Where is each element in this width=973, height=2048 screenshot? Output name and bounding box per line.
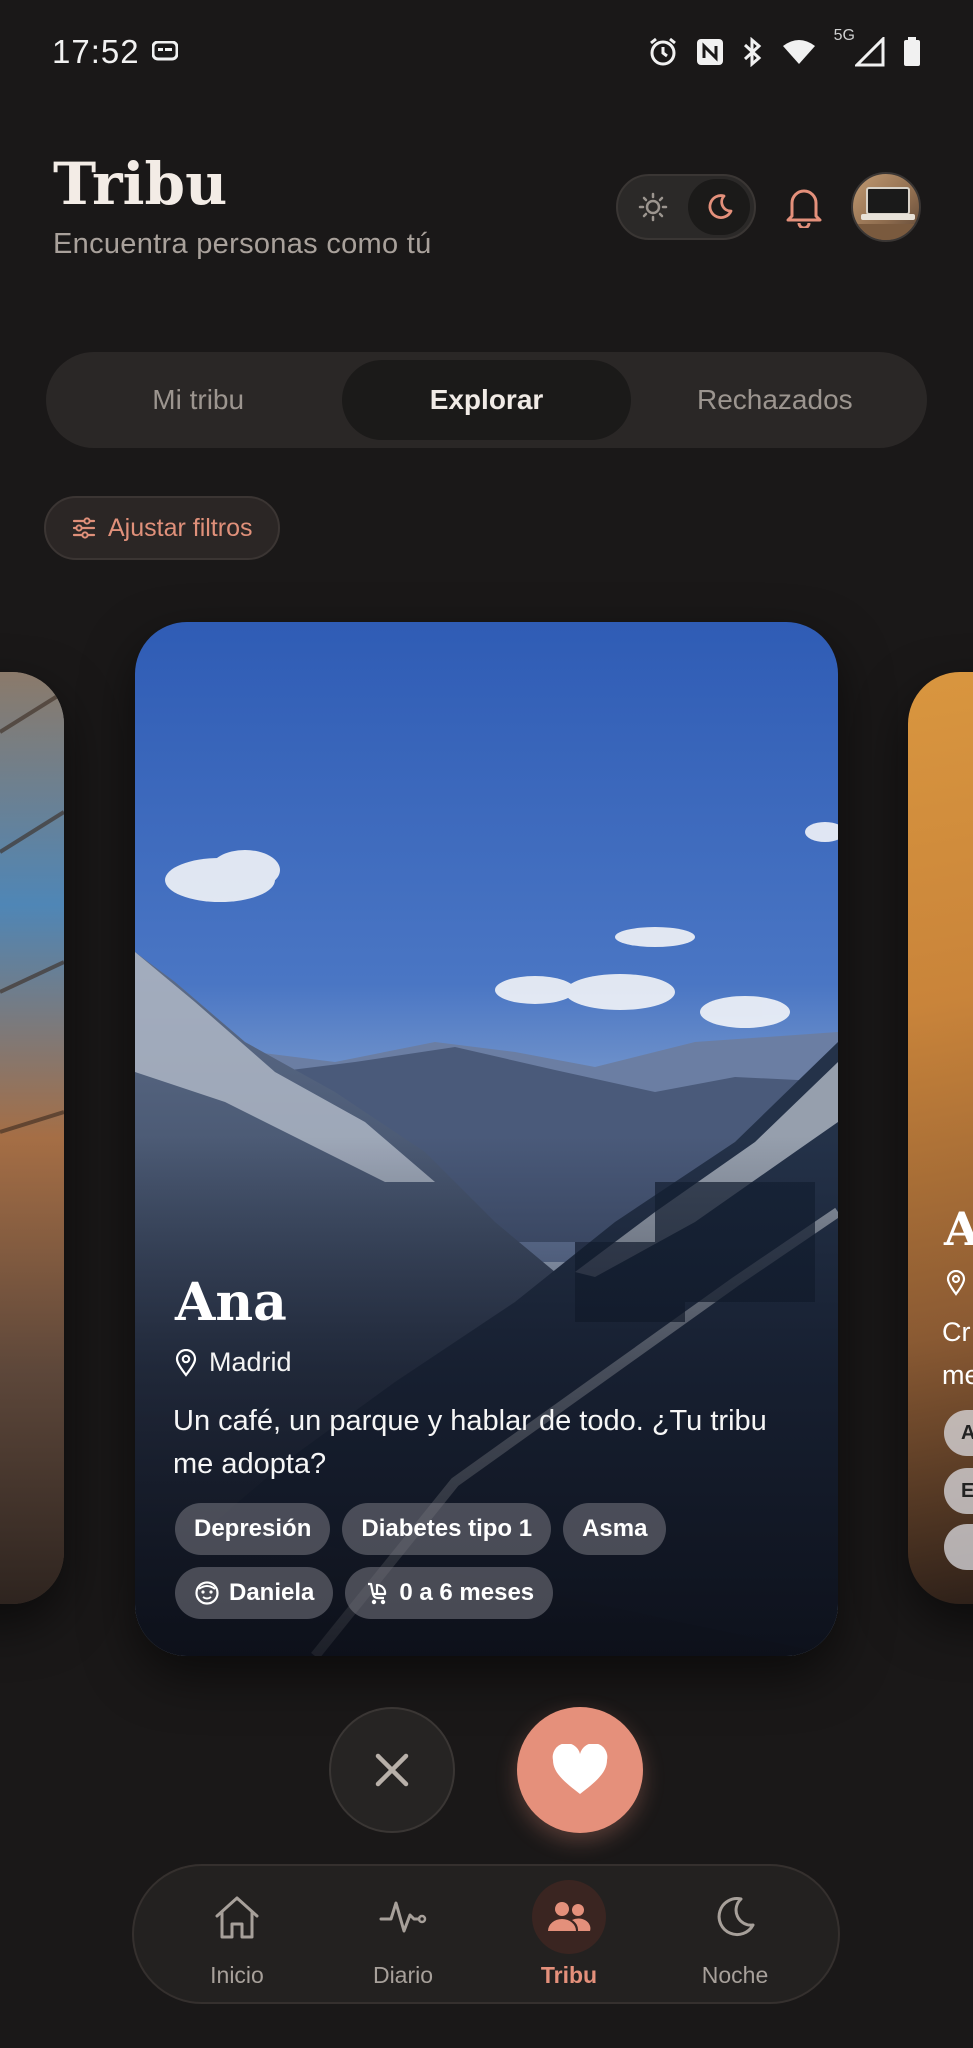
nav-inicio[interactable]: Inicio [162,1880,312,1989]
next-profile-card[interactable]: A Cr me A E [908,672,973,1604]
theme-toggle[interactable] [616,174,756,240]
adjust-filters-label: Ajustar filtros [108,513,253,542]
bottom-navigation: Inicio Diario Tribu Noche [132,1864,840,2004]
nav-diario-label: Diario [372,1961,434,1988]
nav-tribu-label: Tribu [540,1961,598,1988]
notifications-button[interactable] [780,180,828,232]
tab-mi-tribu[interactable]: Mi tribu [54,360,342,440]
status-bar: 17:52 5G [0,0,973,104]
pulse-icon [379,1901,427,1932]
battery-icon [904,37,920,66]
next-card-bio-line-1: Cr [942,1317,971,1347]
bluetooth-icon [743,37,761,67]
next-card-bio-line-2: me [942,1360,973,1390]
profile-bio: Un café, un parque y hablar de todo. ¿Tu… [173,1405,767,1480]
sliders-icon [72,517,96,539]
page-title: Tribu [53,150,228,218]
dark-mode-option[interactable] [688,179,750,235]
nav-tribu[interactable]: Tribu [494,1879,644,1989]
next-card-chip: E [944,1468,973,1514]
screen: 17:52 5G Tribu Encuentra personas como t… [0,0,973,2048]
building-photo [0,672,64,1604]
alarm-icon [649,37,676,66]
profile-card[interactable]: Ana Madrid Un café, un parque y hablar d… [135,622,838,1656]
close-icon [375,1753,409,1787]
stroller-icon [368,1582,387,1605]
profile-location: Madrid [175,1347,292,1378]
tab-explorar[interactable]: Explorar [342,360,631,440]
avatar[interactable] [851,172,921,242]
profile-name: Ana [175,1272,287,1333]
location-pin-icon [946,1270,966,1296]
nav-noche[interactable]: Noche [660,1880,810,1989]
avatar-image [853,187,919,240]
message-icon [151,41,178,61]
child-age: 0 a 6 meses [399,1579,535,1606]
child-name-tag: Daniela [175,1567,334,1619]
heart-icon [552,1744,608,1794]
nfc-icon [696,39,723,65]
nav-noche-label: Noche [701,1961,769,1988]
location-pin-icon [175,1348,197,1377]
bell-icon [786,189,822,228]
like-button[interactable] [517,1707,643,1833]
child-age-tag: 0 a 6 meses [345,1567,554,1619]
condition-tag: Diabetes tipo 1 [342,1503,552,1555]
child-tags: Daniela 0 a 6 meses [175,1567,554,1619]
next-card-chip [944,1524,973,1570]
adjust-filters-button[interactable]: Ajustar filtros [44,496,281,560]
baby-face-icon [195,1581,219,1605]
status-time: 17:52 [52,33,140,70]
page-subtitle: Encuentra personas como tú [53,228,432,260]
next-card-name: A [944,1202,973,1256]
condition-tag: Depresión [175,1503,331,1555]
home-icon [215,1896,259,1938]
segmented-tabs: Mi tribu Explorar Rechazados [46,352,927,448]
moon-icon [717,1896,755,1936]
condition-tag: Asma [563,1503,667,1555]
signal-icon [855,37,885,67]
nav-diario[interactable]: Diario [328,1880,478,1989]
network-label: 5G [833,27,855,44]
sun-icon [638,192,668,222]
next-card-chip: A [944,1410,973,1456]
previous-profile-card[interactable] [0,672,64,1604]
moon-icon [708,194,733,219]
dislike-button[interactable] [329,1707,455,1833]
child-name: Daniela [229,1579,315,1606]
people-icon [548,1901,591,1931]
tab-rechazados[interactable]: Rechazados [631,360,919,440]
profile-location-text: Madrid [209,1347,292,1377]
condition-tags: Depresión Diabetes tipo 1 Asma [175,1503,667,1555]
nav-inicio-label: Inicio [210,1961,264,1988]
light-mode-option[interactable] [622,179,684,235]
wifi-icon [782,40,815,64]
